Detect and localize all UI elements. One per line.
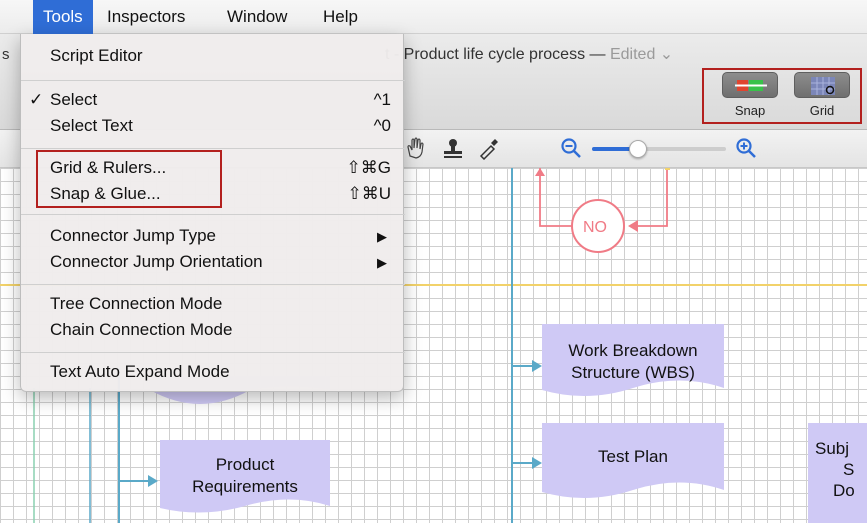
menu-item-script-editor[interactable]: Script Editor <box>21 44 405 70</box>
grid-icon <box>811 77 835 95</box>
menu-item-shortcut: ⇧⌘G <box>346 158 391 177</box>
menu-item-label: Connector Jump Type <box>50 226 216 245</box>
arrow-to-product-req <box>148 475 158 487</box>
menu-item-label: Select <box>50 90 98 109</box>
cut-off-label-line3: Do <box>833 481 855 500</box>
edited-status[interactable]: Edited <box>610 46 655 63</box>
menu-item-label: Connector Jump Orientation <box>50 252 263 271</box>
guide-marker <box>665 168 670 170</box>
snap-button-label[interactable]: Snap <box>722 103 778 118</box>
submenu-arrow-icon: ▶ <box>377 229 387 244</box>
menu-item-label: Text Auto Expand Mode <box>50 362 230 381</box>
cut-off-label-line2: S <box>843 460 855 479</box>
menu-item-label: Tree Connection Mode <box>50 294 223 313</box>
menu-separator <box>21 352 405 353</box>
cut-off-label-line1: Subj <box>815 439 850 458</box>
product-req-label: Product Requirements <box>160 454 330 498</box>
window-title: t - Product life cycle process — Edited … <box>385 44 673 64</box>
stamp-tool-icon[interactable] <box>441 136 465 160</box>
eyedropper-tool-icon[interactable] <box>476 136 500 161</box>
menu-inspectors[interactable]: Inspectors <box>97 0 195 34</box>
cut-off-label: Subj S Do <box>815 438 867 501</box>
title-separator: — <box>585 46 610 63</box>
decision-connector-left <box>539 168 572 227</box>
menu-bar: Tools Inspectors Window Help <box>0 0 867 34</box>
decision-arrow-left <box>628 220 638 232</box>
menu-help[interactable]: Help <box>313 0 368 34</box>
tools-menu: Script Editor ✓ Select ^1 Select Text ^0… <box>20 34 405 392</box>
grid-button-label[interactable]: Grid <box>794 103 850 118</box>
hand-tool-icon[interactable] <box>404 136 426 160</box>
zoom-slider-thumb[interactable] <box>629 140 647 158</box>
menu-item-select-text[interactable]: Select Text ^0 <box>21 114 405 140</box>
decision-label: NO <box>583 219 607 236</box>
submenu-arrow-icon: ▶ <box>377 255 387 270</box>
menu-item-label: Script Editor <box>50 46 143 65</box>
menu-item-shortcut: ⇧⌘U <box>347 184 391 203</box>
document-title: t - Product life cycle process <box>385 46 586 63</box>
wbs-label: Work Breakdown Structure (WBS) <box>542 340 724 384</box>
decision-arrow-up <box>535 168 545 176</box>
menu-tools[interactable]: Tools <box>33 0 93 34</box>
menu-item-shortcut: ^1 <box>373 90 391 109</box>
snap-button[interactable] <box>722 72 778 98</box>
menu-item-connector-jump-orientation[interactable]: Connector Jump Orientation ▶ <box>21 250 405 276</box>
zoom-slider-track[interactable] <box>592 147 726 151</box>
test-plan-label: Test Plan <box>598 447 668 466</box>
menu-separator <box>21 148 405 149</box>
title-fragment: s <box>2 46 10 63</box>
menu-item-label: Chain Connection Mode <box>50 320 233 339</box>
arrow-to-test-plan <box>532 457 542 469</box>
menu-item-connector-jump-type[interactable]: Connector Jump Type ▶ <box>21 224 405 250</box>
wbs-label-line1: Work Breakdown <box>568 341 698 360</box>
product-req-label-line2: Requirements <box>192 477 298 496</box>
menu-item-label: Select Text <box>50 116 133 135</box>
menu-separator <box>21 284 405 285</box>
menu-highlight-box <box>36 150 222 208</box>
grid-button[interactable] <box>794 72 850 98</box>
zoom-out-icon[interactable] <box>560 137 584 159</box>
arrow-to-wbs <box>532 360 542 372</box>
wbs-label-line2: Structure (WBS) <box>571 363 695 382</box>
menu-separator <box>21 214 405 215</box>
menu-window[interactable]: Window <box>217 0 297 34</box>
menu-separator <box>21 80 405 81</box>
checkmark-icon: ✓ <box>29 90 44 109</box>
chevron-down-icon[interactable]: ⌄ <box>660 46 673 63</box>
product-req-label-line1: Product <box>215 455 275 474</box>
snap-icon <box>735 80 767 91</box>
menu-item-select[interactable]: ✓ Select ^1 <box>21 88 405 114</box>
zoom-in-icon[interactable] <box>735 137 759 159</box>
menu-item-shortcut: ^0 <box>373 116 391 135</box>
decision-connector-right <box>636 168 668 227</box>
menu-item-text-auto-expand-mode[interactable]: Text Auto Expand Mode <box>21 360 405 386</box>
menu-item-tree-connection-mode[interactable]: Tree Connection Mode <box>21 292 405 318</box>
menu-item-chain-connection-mode[interactable]: Chain Connection Mode <box>21 318 405 344</box>
